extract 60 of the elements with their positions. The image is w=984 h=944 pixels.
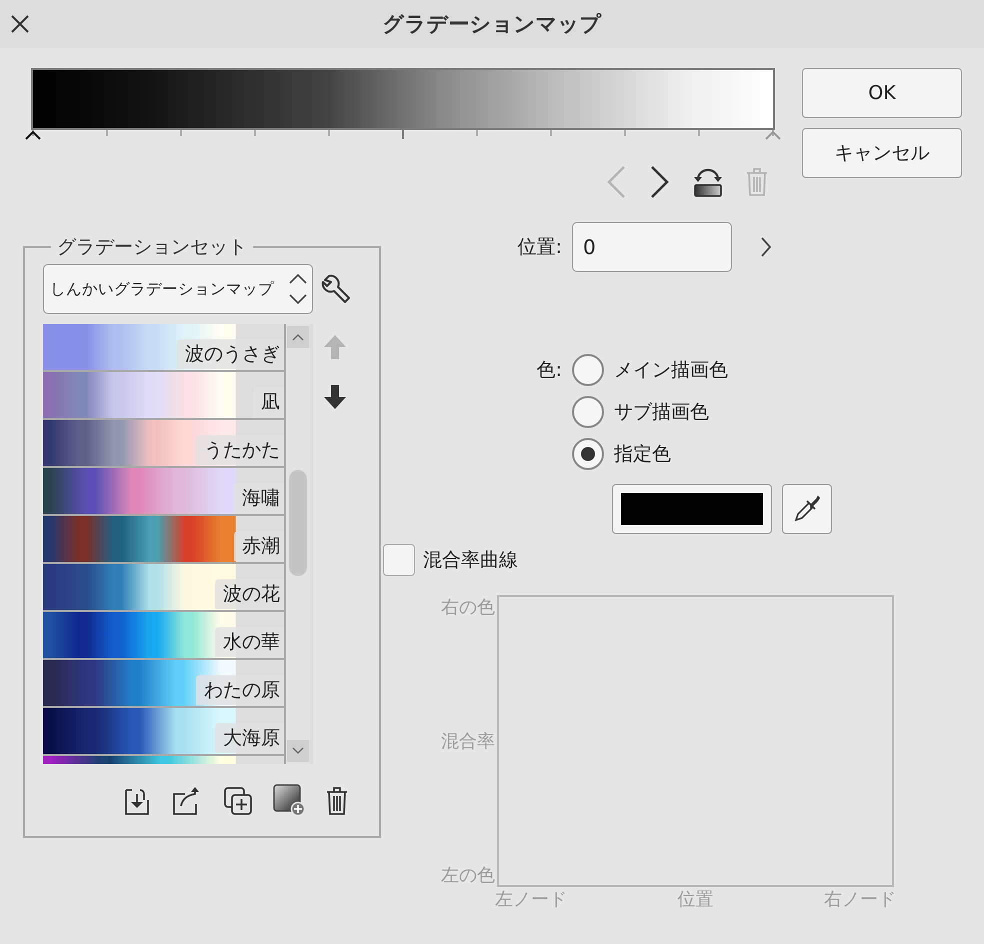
dialog-button[interactable]: キャンセル xyxy=(802,128,962,178)
radio-button[interactable] xyxy=(572,354,604,386)
option-label: 指定色 xyxy=(614,442,671,467)
axis-label: 右の色 xyxy=(441,596,495,619)
color-swatch[interactable] xyxy=(612,484,772,534)
scrollbar[interactable] xyxy=(286,324,310,764)
wrench-icon[interactable] xyxy=(321,274,351,304)
eyedropper-icon xyxy=(793,495,821,523)
axis-label: 位置 xyxy=(678,888,714,911)
node-marker[interactable] xyxy=(765,130,781,140)
gradient-name: 水の華 xyxy=(215,627,284,657)
axis-label: 右ノード xyxy=(824,888,896,911)
gradient-name: 波の花 xyxy=(215,579,284,609)
position-field[interactable]: 0 xyxy=(572,222,732,272)
checkbox-label: 混合率曲線 xyxy=(423,548,518,573)
gradient-item[interactable]: わたの原 xyxy=(43,660,286,708)
gradient-item[interactable]: 大海原 xyxy=(43,708,286,756)
axis-label: 左ノード xyxy=(495,888,567,911)
gradient-name: 凪 xyxy=(253,387,284,417)
group-title: グラデーションセット xyxy=(56,235,248,260)
chevron-right-icon[interactable] xyxy=(760,236,772,258)
gradient-item[interactable] xyxy=(43,756,286,764)
eyedropper-button[interactable] xyxy=(782,484,832,534)
gradient-item[interactable]: 波の花 xyxy=(43,564,286,612)
chevron-right-icon[interactable] xyxy=(649,165,671,199)
scroll-up-icon[interactable] xyxy=(287,326,309,348)
option-label: サブ描画色 xyxy=(614,400,709,425)
axis-label: 混合率 xyxy=(441,730,495,753)
import-icon[interactable] xyxy=(123,786,151,816)
set-dropdown[interactable]: しんかいグラデーションマップ xyxy=(43,264,313,314)
node-marker[interactable] xyxy=(25,130,41,140)
axis-label: 左の色 xyxy=(441,864,495,887)
gradient-item[interactable]: 波のうさぎ xyxy=(43,324,286,372)
duplicate-icon[interactable] xyxy=(223,786,253,816)
color-label: 色: xyxy=(536,358,562,383)
gradient-name: 大海原 xyxy=(215,723,284,753)
reverse-icon[interactable] xyxy=(693,166,723,198)
scroll-down-icon[interactable] xyxy=(287,740,309,762)
gradient-name: 海嘯 xyxy=(234,483,284,513)
gradient-name: 赤潮 xyxy=(234,531,284,561)
gradient-name: わたの原 xyxy=(196,675,284,705)
new-gradient-icon[interactable] xyxy=(273,784,305,816)
gradient-item[interactable]: 凪 xyxy=(43,372,286,420)
window-title: グラデーションマップ xyxy=(382,11,602,38)
option-label: メイン描画色 xyxy=(614,358,728,383)
gradient-item[interactable]: うたかた xyxy=(43,420,286,468)
gradient-name: うたかた xyxy=(196,435,284,465)
scroll-thumb[interactable] xyxy=(289,470,307,576)
gradient-name: 波のうさぎ xyxy=(177,339,284,369)
arrow-down-icon[interactable] xyxy=(323,384,347,410)
checkbox[interactable] xyxy=(383,544,415,576)
gradient-item[interactable]: 海嘯 xyxy=(43,468,286,516)
close-icon[interactable] xyxy=(10,14,30,34)
radio-button[interactable] xyxy=(572,438,604,470)
radio-button[interactable] xyxy=(572,396,604,428)
gradient-item[interactable]: 水の華 xyxy=(43,612,286,660)
position-label: 位置: xyxy=(516,235,562,260)
trash-icon[interactable] xyxy=(325,786,349,816)
dialog-button[interactable]: OK xyxy=(802,68,962,118)
gradient-item[interactable]: 赤潮 xyxy=(43,516,286,564)
